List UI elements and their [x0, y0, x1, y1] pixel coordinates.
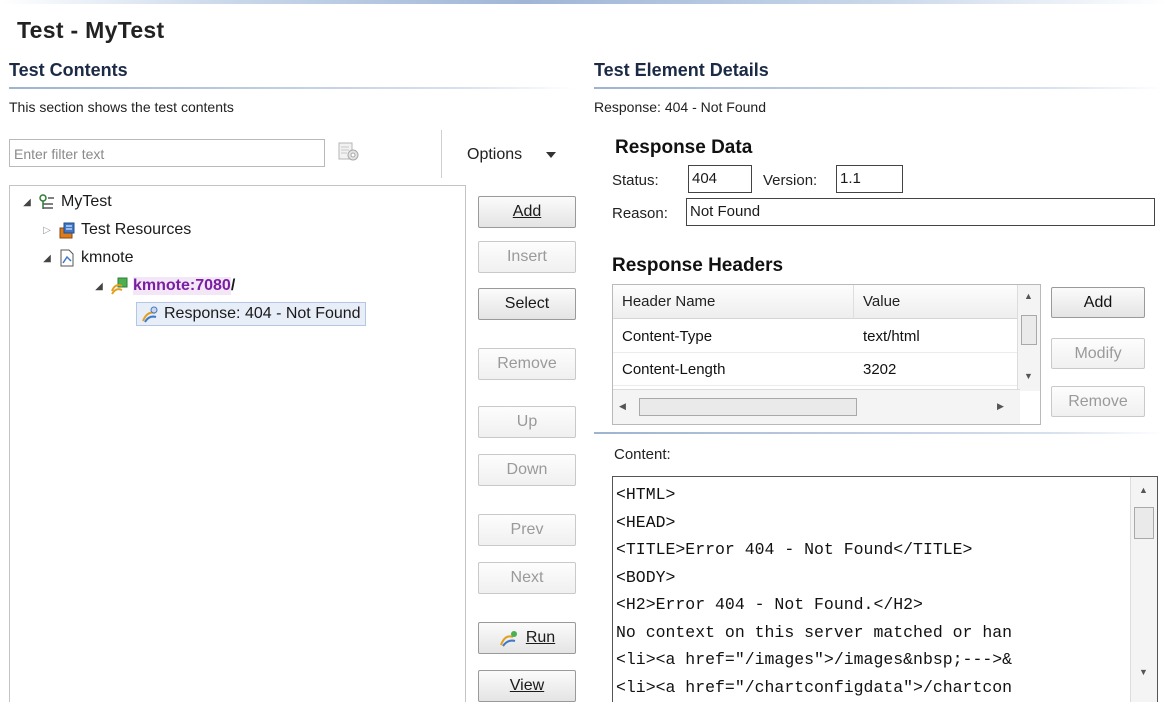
headers-table[interactable]: Header Name Value Content-Type text/html… [612, 284, 1041, 425]
tree-item-mytest[interactable]: ◢ MyTest [20, 191, 112, 213]
prev-button[interactable]: Prev [478, 514, 576, 546]
up-button[interactable]: Up [478, 406, 576, 438]
tree-item-label: Response: 404 - Not Found [164, 305, 361, 322]
version-field[interactable]: 1.1 [836, 165, 903, 193]
content-line: <BODY> [616, 568, 676, 587]
run-icon [499, 629, 521, 647]
reason-label: Reason: [612, 205, 668, 222]
table-cell[interactable]: 3202 [854, 354, 1019, 386]
test-contents-divider [9, 87, 574, 89]
chevron-down-icon[interactable] [546, 152, 556, 158]
filter-settings-icon[interactable] [337, 140, 361, 164]
status-field[interactable]: 404 [688, 165, 752, 193]
response-icon [141, 305, 159, 323]
down-button-label: Down [506, 461, 548, 478]
scroll-up-icon[interactable]: ▲ [1139, 485, 1148, 495]
run-button[interactable]: Run [478, 622, 576, 654]
content-line: <H2>Error 404 - Not Found.</H2> [616, 595, 923, 614]
editor-title: Test - MyTest [17, 17, 165, 43]
element-details-heading: Test Element Details [594, 60, 769, 80]
content-line: <li><a href="/images">/images&nbsp;--->& [616, 650, 1013, 669]
tree-item-label: kmnote [81, 249, 134, 266]
content-line: <HTML> [616, 485, 676, 504]
content-line: No context on this server matched or han [616, 623, 1013, 642]
header-remove-button[interactable]: Remove [1051, 386, 1145, 417]
add-button-label: Add [512, 203, 542, 220]
column-header-name[interactable]: Header Name [613, 285, 854, 319]
reason-field[interactable]: Not Found [686, 198, 1155, 226]
resources-icon [58, 221, 76, 239]
next-button-label: Next [510, 569, 544, 586]
headers-horizontal-scrollbar[interactable]: ◀ ▶ [613, 389, 1020, 424]
scroll-up-icon[interactable]: ▲ [1024, 291, 1033, 301]
select-button[interactable]: Select [478, 288, 576, 320]
test-contents-description: This section shows the test contents [9, 99, 234, 115]
status-label: Status: [612, 172, 659, 189]
table-cell[interactable]: Content-Length [613, 354, 854, 386]
request-icon [110, 277, 128, 295]
element-details-divider [594, 87, 1164, 89]
tree-item-test-resources[interactable]: ▷ Test Resources [40, 219, 191, 241]
headers-vertical-scrollbar[interactable]: ▲ ▼ [1017, 285, 1040, 391]
prev-button-label: Prev [510, 521, 544, 538]
scroll-left-icon[interactable]: ◀ [619, 401, 626, 412]
test-icon [38, 193, 56, 211]
version-label: Version: [763, 172, 818, 189]
page-icon [58, 249, 76, 267]
collapsed-icon[interactable]: ▷ [40, 225, 54, 236]
header-modify-button[interactable]: Modify [1051, 338, 1145, 369]
expanded-icon[interactable]: ◢ [40, 253, 54, 264]
tree-item-label: Test Resources [81, 221, 192, 238]
element-details-subtitle: Response: 404 - Not Found [594, 99, 766, 115]
add-button[interactable]: Add [478, 196, 576, 228]
view-button[interactable]: View [478, 670, 576, 702]
request-host: kmnote:7080 [133, 277, 231, 295]
scroll-thumb[interactable] [1134, 507, 1154, 539]
response-data-heading: Response Data [615, 137, 753, 158]
down-button[interactable]: Down [478, 454, 576, 486]
run-button-label: Run [525, 629, 556, 646]
expanded-icon[interactable]: ◢ [20, 197, 34, 208]
insert-button-label: Insert [506, 248, 547, 265]
test-contents-heading: Test Contents [9, 60, 128, 80]
options-menu[interactable]: Options [467, 146, 522, 164]
tree-item-kmnote[interactable]: ◢ kmnote [40, 247, 133, 269]
test-tree[interactable]: ◢ MyTest ▷ Test Resources ◢ kmnote ◢ kmn… [9, 185, 466, 702]
toolbar-separator [441, 130, 442, 178]
filter-input[interactable]: Enter filter text [9, 139, 325, 167]
up-button-label: Up [516, 413, 538, 430]
content-vertical-scrollbar[interactable]: ▲ ▼ [1130, 477, 1157, 702]
content-text-area[interactable]: <HTML> <HEAD> <TITLE>Error 404 - Not Fou… [612, 476, 1158, 702]
content-line: <TITLE>Error 404 - Not Found</TITLE> [616, 540, 973, 559]
next-button[interactable]: Next [478, 562, 576, 594]
content-line: <HEAD> [616, 513, 676, 532]
scroll-down-icon[interactable]: ▼ [1024, 371, 1033, 381]
view-button-label: View [509, 677, 545, 694]
header-add-button[interactable]: Add [1051, 287, 1145, 318]
tree-item-request[interactable]: ◢ kmnote:7080/ [92, 275, 235, 297]
scroll-down-icon[interactable]: ▼ [1139, 667, 1148, 677]
remove-button-label: Remove [497, 355, 557, 372]
tree-item-response[interactable]: Response: 404 - Not Found [136, 302, 366, 326]
expanded-icon[interactable]: ◢ [92, 281, 106, 292]
content-divider [594, 432, 1164, 434]
content-line: <li><a href="/chartconfigdata">/chartcon [616, 678, 1013, 697]
scroll-thumb[interactable] [1021, 315, 1037, 345]
select-button-label: Select [504, 295, 550, 312]
scroll-thumb[interactable] [639, 398, 857, 416]
scroll-right-icon[interactable]: ▶ [997, 401, 1004, 412]
window-top-border [0, 0, 1169, 4]
remove-button[interactable]: Remove [478, 348, 576, 380]
table-cell[interactable]: Content-Type [613, 321, 854, 353]
tree-item-label: MyTest [61, 193, 112, 210]
content-label: Content: [614, 446, 671, 463]
insert-button[interactable]: Insert [478, 241, 576, 273]
response-headers-heading: Response Headers [612, 255, 784, 276]
request-path: / [230, 277, 236, 294]
table-cell[interactable]: text/html [854, 321, 1019, 353]
column-header-value[interactable]: Value [854, 285, 1019, 319]
